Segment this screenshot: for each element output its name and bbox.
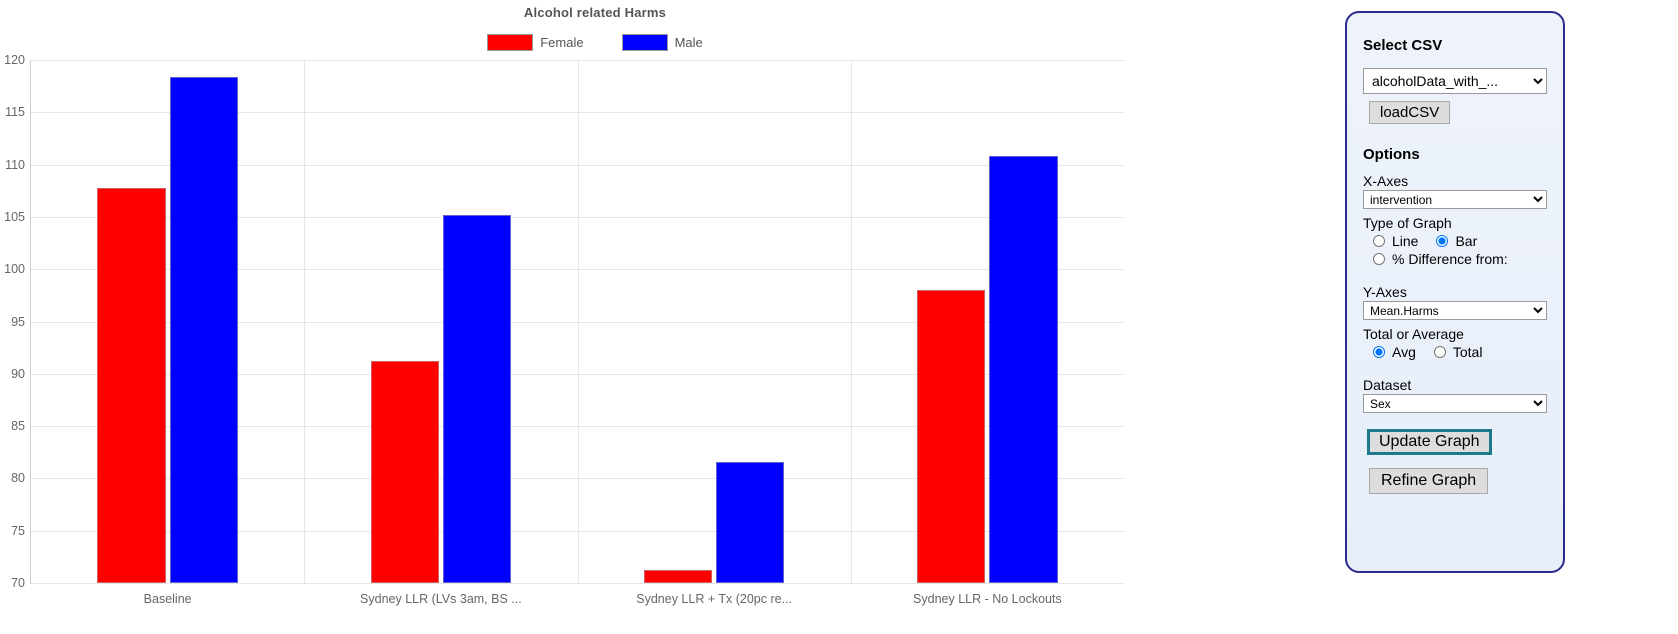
options-heading: Options bbox=[1363, 146, 1420, 163]
total-radio[interactable] bbox=[1433, 346, 1446, 358]
graph-type-line-radio[interactable] bbox=[1373, 235, 1385, 247]
bar-male[interactable] bbox=[442, 214, 512, 583]
category-separator bbox=[850, 60, 852, 583]
y-axis-tick-label: 115 bbox=[5, 105, 25, 120]
graph-type-bar-radio[interactable] bbox=[1436, 235, 1449, 247]
chart-legend: Female Male bbox=[0, 34, 1190, 51]
legend-swatch-male bbox=[621, 34, 668, 51]
y-axis-tick-label: 90 bbox=[11, 366, 25, 381]
legend-label: Male bbox=[674, 35, 703, 50]
y-axis-tick-label: 100 bbox=[4, 262, 25, 277]
dataset-select[interactable]: Sex bbox=[1363, 394, 1547, 413]
graph-type-row-1: Line Bar bbox=[1363, 233, 1547, 249]
dataset-label: Dataset bbox=[1363, 377, 1412, 393]
control-panel: Select CSV alcoholData_with_... loadCSV … bbox=[1345, 11, 1565, 573]
legend-swatch-female bbox=[487, 34, 534, 51]
x-axis-tick-label: Baseline bbox=[143, 592, 192, 606]
load-csv-button[interactable]: loadCSV bbox=[1369, 101, 1451, 124]
bar-male[interactable] bbox=[169, 76, 238, 583]
graph-type-row-2: % Difference from: bbox=[1363, 251, 1547, 267]
graph-type-bar-label: Bar bbox=[1455, 233, 1478, 249]
bar-female[interactable] bbox=[97, 187, 166, 583]
plot-area: 70 75 80 85 90 95 100 105 110 115 120 Baseline Sydne… bbox=[4, 53, 1124, 606]
y-axis-tick-label: 70 bbox=[11, 576, 25, 590]
total-or-average-label: Total or Average bbox=[1363, 326, 1464, 342]
bar-male[interactable] bbox=[989, 156, 1058, 583]
y-axes-select[interactable]: Mean.Harms bbox=[1363, 301, 1547, 320]
y-axis-tick-label: 120 bbox=[4, 53, 25, 67]
x-axes-label: X-Axes bbox=[1363, 173, 1409, 189]
bar-male[interactable] bbox=[716, 461, 785, 583]
avg-radio[interactable] bbox=[1373, 346, 1385, 358]
bar-female[interactable] bbox=[370, 361, 439, 583]
x-axes-select[interactable]: intervention bbox=[1363, 190, 1547, 209]
legend-entry[interactable]: Female bbox=[487, 34, 584, 51]
gridline bbox=[31, 583, 1124, 584]
total-label: Total bbox=[1452, 344, 1483, 360]
chart-container: Alcohol related Harms Female Male 70 75 80 8… bbox=[0, 0, 1340, 634]
bar-female[interactable] bbox=[917, 290, 986, 583]
y-axis-tick-label: 85 bbox=[11, 419, 25, 434]
y-axis-tick-label: 95 bbox=[11, 314, 25, 329]
y-axis-tick-label: 80 bbox=[11, 471, 25, 486]
x-axis-tick-label: Sydney LLR - No Lockouts bbox=[913, 592, 1062, 606]
bar-female[interactable] bbox=[643, 570, 713, 583]
x-axis-tick-label: Sydney LLR + Tx (20pc re... bbox=[636, 592, 792, 606]
y-axis-tick-label: 110 bbox=[5, 157, 25, 172]
graph-type-pct-diff-label: % Difference from: bbox=[1392, 251, 1508, 267]
y-axis-tick-label: 75 bbox=[11, 523, 25, 538]
category-separator bbox=[577, 60, 579, 583]
graph-type-pct-diff-radio[interactable] bbox=[1373, 253, 1385, 265]
aggregation-row: Avg Total bbox=[1363, 344, 1547, 360]
legend-label: Female bbox=[540, 35, 584, 50]
update-graph-button[interactable]: Update Graph bbox=[1367, 429, 1492, 455]
category-separator bbox=[304, 60, 306, 583]
select-csv-heading: Select CSV bbox=[1363, 37, 1443, 54]
chart-title: Alcohol related Harms bbox=[523, 5, 667, 20]
avg-label: Avg bbox=[1392, 344, 1416, 360]
type-of-graph-label: Type of Graph bbox=[1363, 215, 1452, 231]
y-axis-tick-label: 105 bbox=[4, 209, 25, 224]
y-axes-label: Y-Axes bbox=[1363, 284, 1407, 300]
legend-entry[interactable]: Male bbox=[621, 34, 703, 51]
refine-graph-button[interactable]: Refine Graph bbox=[1369, 468, 1489, 494]
csv-select[interactable]: alcoholData_with_... bbox=[1363, 68, 1547, 94]
graph-type-line-label: Line bbox=[1392, 233, 1419, 249]
x-axis-tick-label: Sydney LLR (LVs 3am, BS ... bbox=[360, 592, 522, 606]
app-root: Alcohol related Harms Female Male 70 75 80 8… bbox=[0, 0, 1678, 634]
